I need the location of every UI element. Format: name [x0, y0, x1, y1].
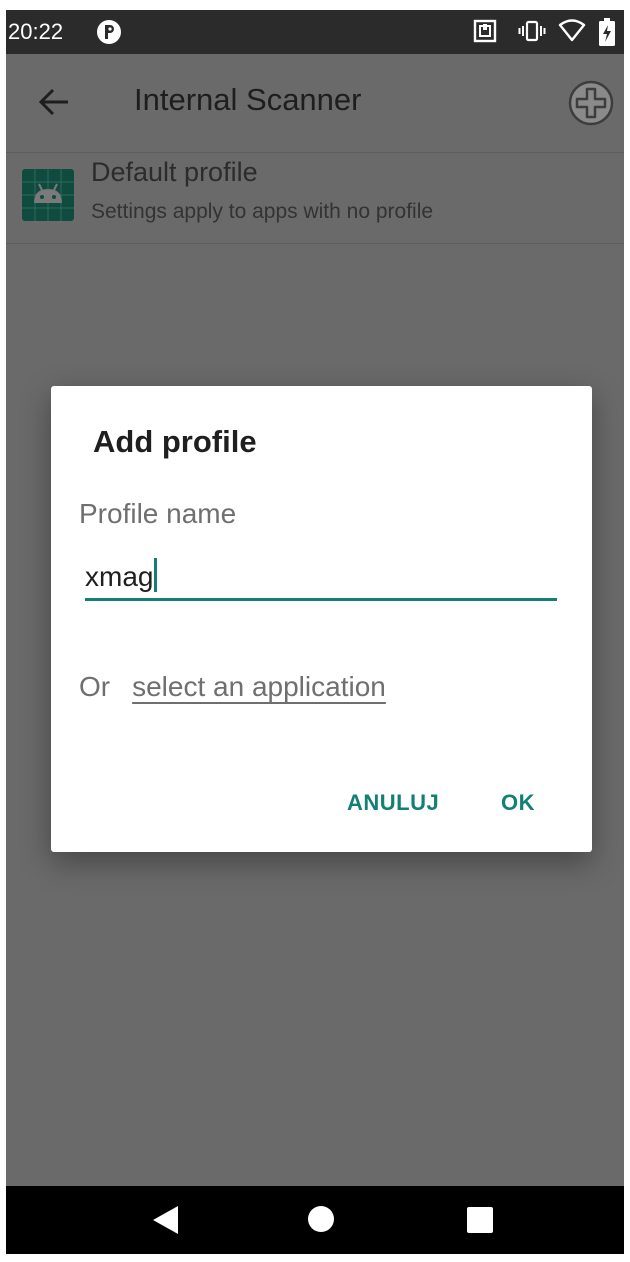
add-profile-dialog: Add profile Profile name xmag Or select a… — [51, 386, 592, 852]
android-app-icon — [22, 169, 74, 221]
input-underline — [85, 598, 557, 601]
screen: 20:22 Internal Scanner Default profile S… — [6, 10, 624, 1254]
profile-list-item[interactable]: Default profile Settings apply to apps w… — [6, 152, 624, 244]
text-caret — [154, 558, 158, 592]
status-bar: 20:22 — [6, 10, 624, 54]
profile-name-value[interactable]: xmag — [85, 558, 158, 593]
arrow-back-icon[interactable] — [36, 84, 72, 120]
dialog-title: Add profile — [93, 424, 257, 459]
app-notification-icon — [97, 20, 121, 44]
profile-subtitle: Settings apply to apps with no profile — [91, 200, 434, 223]
profile-name-label: Profile name — [79, 498, 237, 529]
app-bar: Internal Scanner — [6, 54, 624, 152]
nav-recents-icon[interactable] — [466, 1206, 494, 1234]
profile-name-input[interactable]: xmag — [85, 554, 557, 602]
status-time: 20:22 — [8, 19, 64, 44]
profile-title: Default profile — [91, 157, 258, 187]
page-title: Internal Scanner — [134, 82, 362, 117]
vibrate-icon — [518, 20, 546, 42]
phone-frame: 20:22 Internal Scanner Default profile S… — [0, 0, 630, 1262]
add-circle-icon[interactable] — [568, 80, 614, 126]
nfc-icon — [473, 19, 497, 43]
wifi-icon — [558, 19, 586, 42]
nav-home-icon[interactable] — [306, 1204, 336, 1234]
or-select-line: Or select an application — [79, 671, 386, 703]
ok-button[interactable]: OK — [501, 790, 535, 816]
cancel-button[interactable]: ANULUJ — [347, 790, 439, 816]
or-text: Or — [79, 671, 111, 702]
select-application-link[interactable]: select an application — [132, 671, 386, 702]
nav-back-icon[interactable] — [150, 1204, 180, 1236]
battery-charging-icon — [599, 18, 615, 46]
navigation-bar — [6, 1186, 624, 1254]
status-icons — [472, 18, 622, 46]
